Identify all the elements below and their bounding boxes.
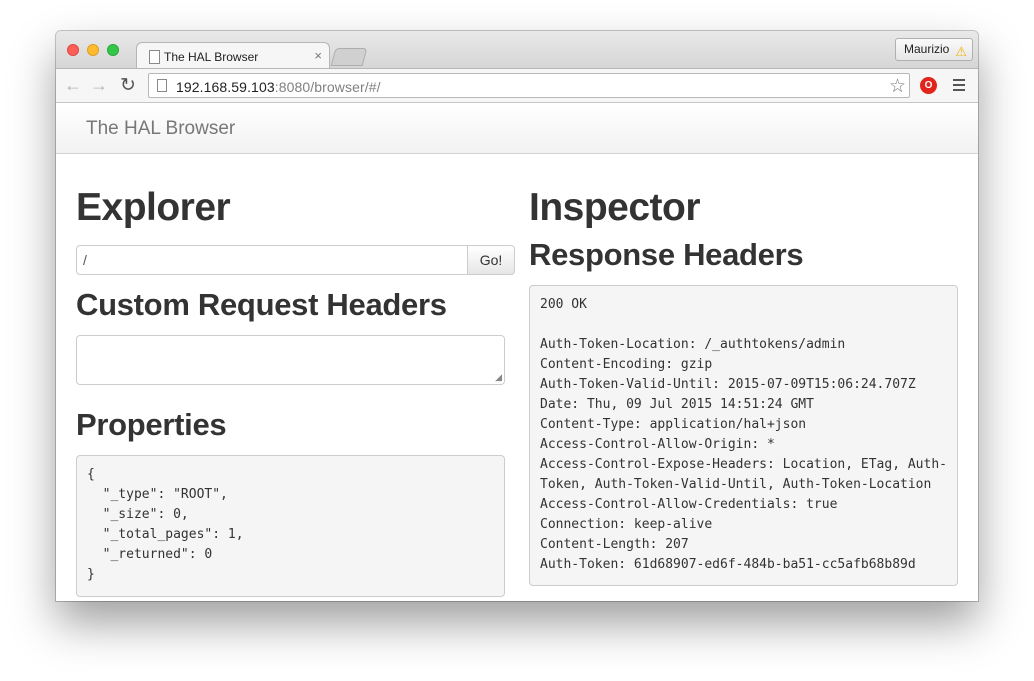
custom-headers-textarea[interactable]: ◢ xyxy=(76,335,505,385)
url-path: :8080/browser/#/ xyxy=(274,79,381,95)
tab-strip: The HAL Browser × Maurizio ⚠ xyxy=(56,31,978,70)
star-icon[interactable]: ☆ xyxy=(889,75,906,98)
close-tab-icon[interactable]: × xyxy=(314,48,322,63)
brand-link[interactable]: The HAL Browser xyxy=(86,118,235,140)
explorer-heading: Explorer xyxy=(76,186,231,229)
url-text: 192.168.59.103:8080/browser/#/ xyxy=(176,79,381,95)
new-tab-button[interactable] xyxy=(330,48,368,66)
properties-heading: Properties xyxy=(76,407,227,442)
opera-extension-icon[interactable]: O xyxy=(920,77,937,94)
profile-name: Maurizio xyxy=(904,42,950,56)
profile-button[interactable]: Maurizio ⚠ xyxy=(895,38,973,61)
properties-json: { "_type": "ROOT", "_size": 0, "_total_p… xyxy=(76,455,505,597)
custom-request-headers-heading: Custom Request Headers xyxy=(76,287,447,322)
back-arrow-icon[interactable]: ← xyxy=(64,75,82,96)
url-input[interactable] xyxy=(76,245,468,275)
url-host: 192.168.59.103 xyxy=(176,79,275,95)
response-headers-box: 200 OK Auth-Token-Location: /_authtokens… xyxy=(529,285,958,586)
reload-icon[interactable]: ↻ xyxy=(120,74,136,97)
close-window-button[interactable] xyxy=(67,44,79,56)
go-button[interactable]: Go! xyxy=(467,245,515,275)
warning-icon: ⚠ xyxy=(955,44,967,59)
address-bar[interactable]: 192.168.59.103:8080/browser/#/ ☆ xyxy=(148,73,910,98)
inspector-heading: Inspector xyxy=(529,186,701,229)
hamburger-menu-icon[interactable] xyxy=(953,79,965,91)
forward-arrow-icon[interactable]: → xyxy=(90,75,108,96)
tab-hal-browser[interactable]: The HAL Browser × xyxy=(136,42,330,70)
page-icon xyxy=(157,79,167,92)
zoom-window-button[interactable] xyxy=(107,44,119,56)
tab-title: The HAL Browser xyxy=(164,50,259,64)
minimize-window-button[interactable] xyxy=(87,44,99,56)
resize-handle-icon[interactable]: ◢ xyxy=(495,372,502,383)
page-navbar: The HAL Browser xyxy=(56,103,978,154)
browser-window: The HAL Browser × Maurizio ⚠ ← → ↻ 192.1… xyxy=(56,31,978,601)
page-icon xyxy=(149,50,160,64)
browser-toolbar: ← → ↻ 192.168.59.103:8080/browser/#/ ☆ O xyxy=(56,68,978,103)
response-headers-heading: Response Headers xyxy=(529,237,804,272)
